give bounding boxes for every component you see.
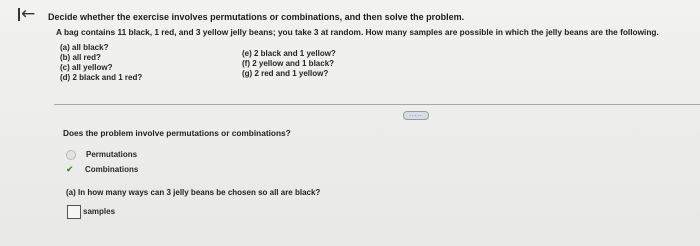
parts-list-right: (e) 2 black and 1 yellow? (f) 2 yellow a… — [242, 49, 336, 79]
part-a-prompt: (a) In how many ways can 3 jelly beans b… — [66, 188, 321, 197]
option-combinations[interactable]: ✔ Combinations — [66, 165, 138, 175]
answer-input[interactable] — [67, 204, 81, 219]
part-item-e: (e) 2 black and 1 yellow? — [242, 49, 336, 58]
checkmark-icon[interactable]: ✔ — [66, 165, 76, 175]
option-label-combinations: Combinations — [85, 165, 139, 175]
part-item-g: (g) 2 red and 1 yellow? — [242, 69, 329, 78]
part-item-f: (f) 2 yellow and 1 black? — [242, 59, 335, 68]
question-prompt: Does the problem involve permutations or… — [63, 128, 291, 138]
expand-more-button[interactable]: ..... — [403, 111, 429, 120]
parts-list-left: (a) all black? (b) all red? (c) all yell… — [60, 43, 142, 83]
section-divider — [54, 104, 700, 105]
radio-unselected-icon[interactable] — [66, 150, 76, 160]
part-item-b: (b) all red? — [60, 53, 101, 62]
part-item-a: (a) all black? — [60, 43, 109, 52]
part-item-c: (c) all yellow? — [60, 63, 113, 72]
part-item-d: (d) 2 black and 1 red? — [60, 73, 143, 82]
answer-row: samples — [67, 203, 115, 221]
back-arrow-icon[interactable]: ← — [18, 6, 35, 23]
option-label-permutations: Permutations — [86, 150, 138, 160]
instruction-text: Decide whether the exercise involves per… — [48, 12, 465, 22]
answer-unit-label: samples — [83, 207, 116, 217]
option-permutations[interactable]: Permutations — [66, 150, 137, 160]
problem-statement: A bag contains 11 black, 1 red, and 3 ye… — [56, 27, 659, 37]
